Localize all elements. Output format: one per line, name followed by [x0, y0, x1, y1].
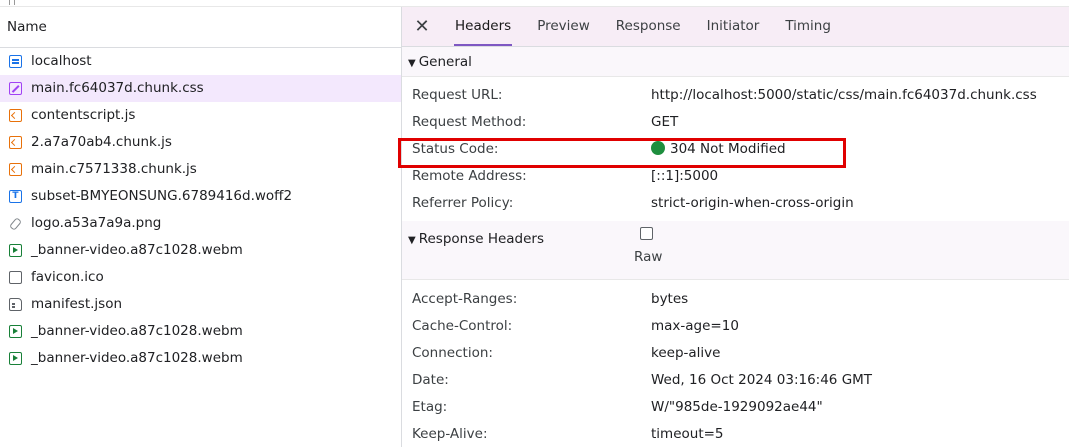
- response-header-value: max-age=10: [651, 318, 739, 334]
- image-icon: [9, 217, 22, 230]
- request-row[interactable]: contentscript.js: [0, 102, 401, 129]
- request-row[interactable]: _banner-video.a87c1028.webm: [0, 345, 401, 372]
- raw-label: Raw: [634, 249, 663, 265]
- response-header-key: Cache-Control:: [412, 318, 513, 334]
- name-column-header[interactable]: Name: [0, 7, 401, 48]
- status-code-label: Status Code:: [412, 141, 499, 157]
- other-file-icon: [9, 271, 22, 284]
- media-icon: [9, 325, 22, 338]
- request-row[interactable]: favicon.ico: [0, 264, 401, 291]
- referrer-policy-label: Referrer Policy:: [412, 195, 514, 211]
- request-row[interactable]: _banner-video.a87c1028.webm: [0, 318, 401, 345]
- status-code-value-wrap: 304 Not Modified: [651, 136, 786, 163]
- remote-address-row: Remote Address: [::1]:5000: [402, 163, 1069, 190]
- remote-address-label: Remote Address:: [412, 168, 527, 184]
- request-method-value: GET: [651, 114, 679, 130]
- response-header-key: Accept-Ranges:: [412, 291, 518, 307]
- response-header-row: Connection: keep-alive: [402, 340, 1069, 367]
- response-header-row: Date: Wed, 16 Oct 2024 03:16:46 GMT: [402, 367, 1069, 394]
- response-header-key: Date:: [412, 372, 449, 388]
- response-header-value: timeout=5: [651, 426, 724, 442]
- tab-initiator[interactable]: Initiator: [694, 7, 773, 46]
- tab-preview[interactable]: Preview: [524, 7, 603, 46]
- details-tabbar: ✕ Headers Preview Response Initiator Tim…: [402, 7, 1069, 47]
- request-row[interactable]: subset-BMYEONSUNG.6789416d.woff2: [0, 183, 401, 210]
- request-row[interactable]: 2.a7a70ab4.chunk.js: [0, 129, 401, 156]
- response-headers-section-header: ▼ Response Headers Raw: [402, 221, 1069, 280]
- request-url-label: Request URL:: [412, 87, 503, 103]
- request-url-row: Request URL: http://localhost:5000/stati…: [402, 82, 1069, 109]
- request-name: main.fc64037d.chunk.css: [31, 80, 204, 96]
- request-row[interactable]: localhost: [0, 48, 401, 75]
- request-name: favicon.ico: [31, 269, 104, 285]
- referrer-policy-value: strict-origin-when-cross-origin: [651, 195, 854, 211]
- tab-response[interactable]: Response: [603, 7, 694, 46]
- status-ok-icon: [651, 141, 665, 155]
- media-icon: [9, 244, 22, 257]
- response-header-row: Accept-Ranges: bytes: [402, 286, 1069, 313]
- request-method-label: Request Method:: [412, 114, 527, 130]
- general-section-header[interactable]: ▼ General: [402, 47, 1069, 77]
- font-icon: [9, 183, 22, 210]
- manifest-icon: [9, 298, 22, 311]
- response-headers-list: Accept-Ranges: bytes Cache-Control: max-age…: [402, 286, 1069, 448]
- status-code-value: 304 Not Modified: [670, 141, 786, 157]
- general-section-title: General: [418, 54, 472, 70]
- status-code-row: Status Code: 304 Not Modified: [398, 136, 1069, 168]
- request-name: localhost: [31, 53, 92, 69]
- request-name: 2.a7a70ab4.chunk.js: [31, 134, 172, 150]
- request-name: contentscript.js: [31, 107, 136, 123]
- response-header-key: Connection:: [412, 345, 493, 361]
- stylesheet-icon: [9, 82, 22, 95]
- response-header-value: keep-alive: [651, 345, 721, 361]
- referrer-policy-row: Referrer Policy: strict-origin-when-cros…: [402, 190, 1069, 217]
- response-header-row: Etag: W/"985de-1929092ae44": [402, 394, 1069, 421]
- ruler-tick: [9, 0, 15, 5]
- response-headers-title: Response Headers: [418, 231, 545, 247]
- response-header-row: Cache-Control: max-age=10: [402, 313, 1069, 340]
- request-name: _banner-video.a87c1028.webm: [31, 323, 243, 339]
- request-name: main.c7571338.chunk.js: [31, 161, 197, 177]
- script-icon: [9, 163, 22, 176]
- collapse-triangle-icon: ▼: [408, 58, 416, 69]
- request-list: localhost main.fc64037d.chunk.css contents…: [0, 48, 401, 372]
- raw-checkbox[interactable]: [640, 227, 653, 240]
- request-details-pane: ✕ Headers Preview Response Initiator Tim…: [398, 7, 1069, 448]
- request-row[interactable]: main.c7571338.chunk.js: [0, 156, 401, 183]
- tab-headers[interactable]: Headers: [442, 7, 524, 46]
- tab-timing[interactable]: Timing: [772, 7, 844, 46]
- request-name: subset-BMYEONSUNG.6789416d.woff2: [31, 188, 293, 204]
- request-method-row: Request Method: GET: [402, 109, 1069, 136]
- response-header-key: Keep-Alive:: [412, 426, 488, 442]
- request-row[interactable]: _banner-video.a87c1028.webm: [0, 237, 401, 264]
- response-header-value: W/"985de-1929092ae44": [651, 399, 823, 415]
- request-name: manifest.json: [31, 296, 123, 312]
- request-url-value: http://localhost:5000/static/css/main.fc…: [651, 87, 1037, 103]
- request-list-pane: Name localhost main.fc64037d.chunk.css con…: [0, 7, 402, 447]
- script-icon: [9, 109, 22, 122]
- document-icon: [9, 55, 22, 68]
- request-row[interactable]: main.fc64037d.chunk.css: [0, 75, 401, 102]
- media-icon: [9, 352, 22, 365]
- response-headers-toggle[interactable]: ▼ Response Headers: [408, 229, 544, 251]
- request-row[interactable]: manifest.json: [0, 291, 401, 318]
- request-name: _banner-video.a87c1028.webm: [31, 350, 243, 366]
- script-icon: [9, 136, 22, 149]
- request-name: logo.a53a7a9a.png: [31, 215, 162, 231]
- top-ruler: [0, 0, 1069, 7]
- response-header-key: Etag:: [412, 399, 448, 415]
- close-icon[interactable]: ✕: [402, 16, 442, 37]
- remote-address-value: [::1]:5000: [651, 168, 719, 184]
- response-header-value: bytes: [651, 291, 689, 307]
- request-name: _banner-video.a87c1028.webm: [31, 242, 243, 258]
- response-header-row: Keep-Alive: timeout=5: [402, 421, 1069, 448]
- response-header-value: Wed, 16 Oct 2024 03:16:46 GMT: [651, 372, 873, 388]
- collapse-triangle-icon: ▼: [408, 235, 416, 246]
- request-row[interactable]: logo.a53a7a9a.png: [0, 210, 401, 237]
